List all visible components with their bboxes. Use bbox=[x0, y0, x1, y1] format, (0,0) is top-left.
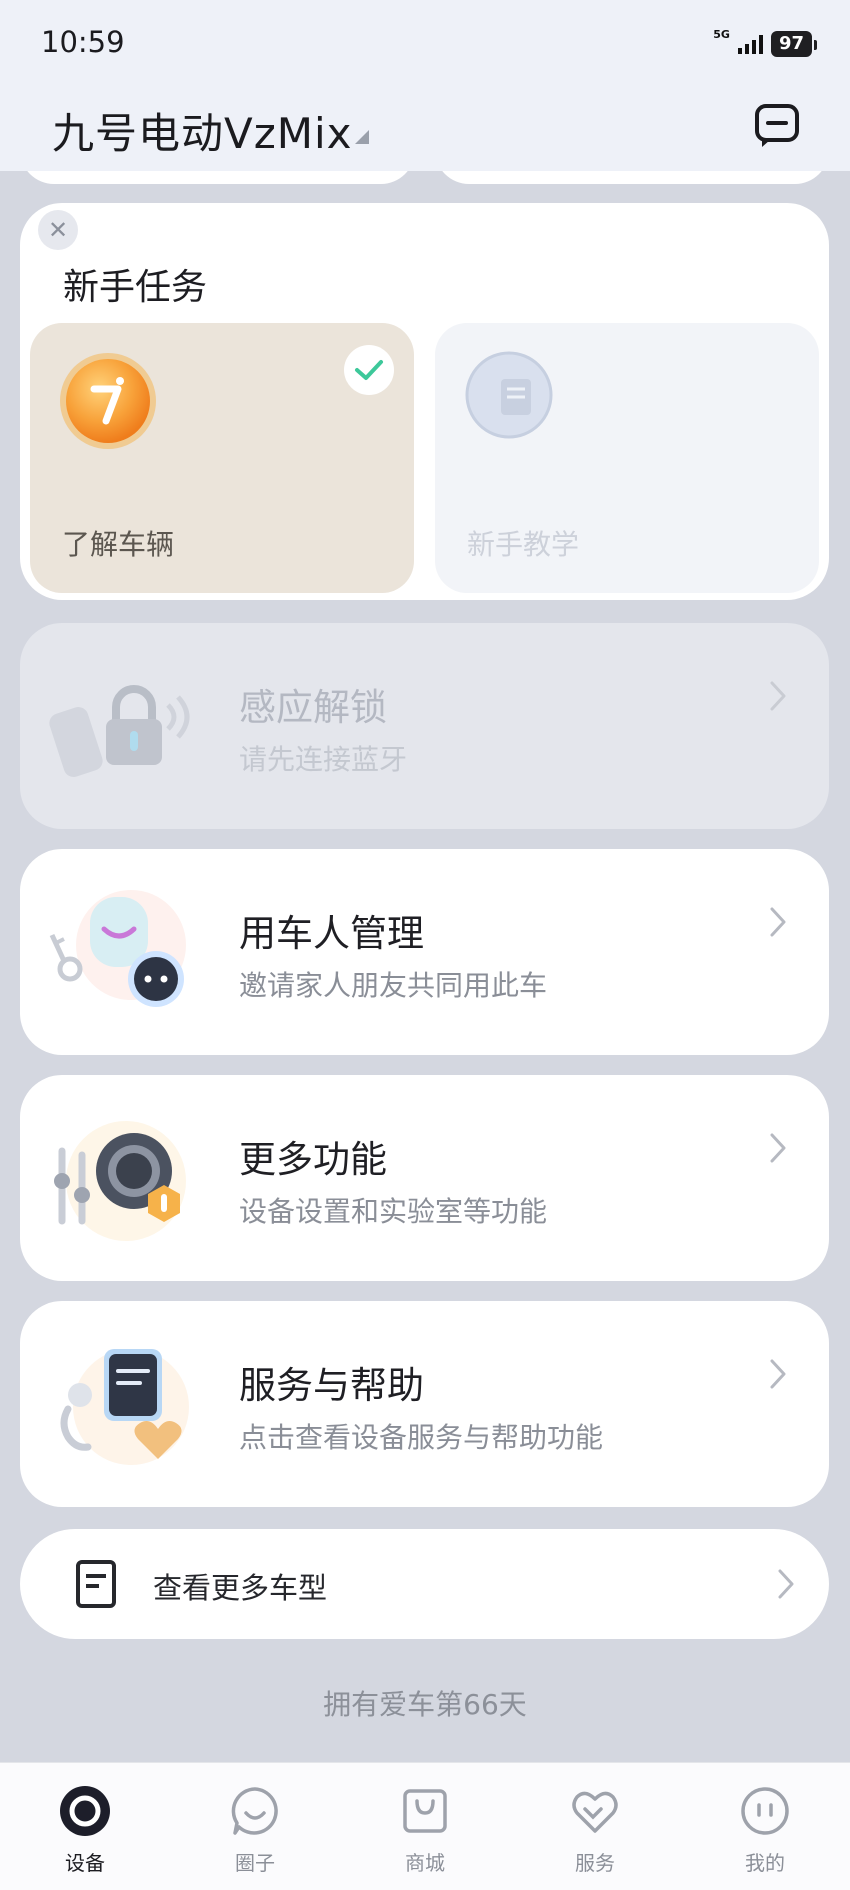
chevron-right-icon bbox=[778, 1569, 794, 1599]
settings-knob-icon bbox=[54, 1121, 186, 1241]
nav-label: 圈子 bbox=[235, 1851, 275, 1875]
status-time: 10:59 bbox=[41, 25, 125, 59]
feature-subtitle: 设备设置和实验室等功能 bbox=[239, 1195, 548, 1228]
coin-icon bbox=[60, 353, 156, 449]
feature-title: 感应解锁 bbox=[239, 686, 387, 729]
new-tasks-title: 新手任务 bbox=[63, 267, 208, 308]
nav-label: 我的 bbox=[745, 1851, 785, 1875]
chevron-right-icon bbox=[770, 907, 786, 937]
chevron-right-icon bbox=[770, 1359, 786, 1389]
service-heart-icon bbox=[572, 1791, 618, 1833]
help-document-icon bbox=[60, 1349, 189, 1465]
tutorial-book-icon bbox=[465, 351, 553, 439]
chevron-right-icon bbox=[770, 681, 786, 711]
proximity-unlock-card[interactable]: 感应解锁 请先连接蓝牙 bbox=[20, 623, 829, 829]
network-label: 5G bbox=[713, 27, 730, 41]
top-header: 10:59 5G 97 九号电动VzMix bbox=[0, 0, 850, 171]
service-help-card[interactable]: 服务与帮助 点击查看设备服务与帮助功能 bbox=[20, 1301, 829, 1507]
feature-subtitle: 邀请家人朋友共同用此车 bbox=[239, 969, 548, 1002]
new-tasks-card: ✕ 新手任务 了解车辆 新手教学 bbox=[20, 203, 829, 600]
status-indicators: 5G 97 bbox=[713, 27, 818, 57]
nav-tab-profile[interactable]: 我的 bbox=[710, 1763, 820, 1876]
more-models-label: 查看更多车型 bbox=[153, 1571, 328, 1605]
more-functions-card[interactable]: 更多功能 设备设置和实验室等功能 bbox=[20, 1075, 829, 1281]
nav-tab-shop[interactable]: 商城 bbox=[370, 1763, 480, 1876]
shop-bag-icon bbox=[403, 1789, 447, 1833]
feature-title: 服务与帮助 bbox=[239, 1364, 424, 1407]
users-key-icon bbox=[49, 890, 186, 1007]
lock-phone-icon bbox=[49, 685, 190, 777]
bottom-nav: 设备 圈子 商城 服务 我的 bbox=[0, 1762, 850, 1890]
profile-icon bbox=[741, 1787, 789, 1835]
device-icon bbox=[60, 1786, 110, 1836]
feature-subtitle: 点击查看设备服务与帮助功能 bbox=[239, 1421, 604, 1454]
message-icon[interactable] bbox=[754, 103, 800, 149]
nav-tab-device[interactable]: 设备 bbox=[30, 1763, 140, 1876]
chevron-right-icon bbox=[770, 1133, 786, 1163]
feature-subtitle: 请先连接蓝牙 bbox=[239, 743, 408, 776]
task-tile-vehicle[interactable]: 了解车辆 bbox=[30, 323, 414, 593]
nav-label: 设备 bbox=[65, 1851, 105, 1875]
completed-check-icon bbox=[344, 345, 394, 395]
signal-icon bbox=[737, 34, 763, 54]
feature-title: 用车人管理 bbox=[239, 912, 424, 955]
document-icon bbox=[76, 1560, 116, 1608]
nav-label: 服务 bbox=[575, 1851, 615, 1875]
nav-tab-service[interactable]: 服务 bbox=[540, 1763, 650, 1876]
ownership-days-text: 拥有爱车第66天 bbox=[323, 1688, 527, 1721]
task-tile-tutorial[interactable]: 新手教学 bbox=[435, 323, 819, 593]
device-title[interactable]: 九号电动VzMix bbox=[52, 100, 353, 161]
task-label: 新手教学 bbox=[467, 528, 580, 561]
feature-title: 更多功能 bbox=[239, 1138, 387, 1181]
nav-tab-community[interactable]: 圈子 bbox=[200, 1763, 310, 1876]
user-management-card[interactable]: 用车人管理 邀请家人朋友共同用此车 bbox=[20, 849, 829, 1055]
task-label: 了解车辆 bbox=[62, 528, 175, 561]
dropdown-caret-icon[interactable] bbox=[355, 130, 369, 144]
more-models-button[interactable]: 查看更多车型 bbox=[20, 1529, 829, 1639]
battery-indicator: 97 bbox=[770, 31, 818, 57]
community-icon bbox=[231, 1787, 278, 1835]
nav-label: 商城 bbox=[405, 1851, 445, 1875]
close-icon[interactable]: ✕ bbox=[38, 210, 78, 250]
